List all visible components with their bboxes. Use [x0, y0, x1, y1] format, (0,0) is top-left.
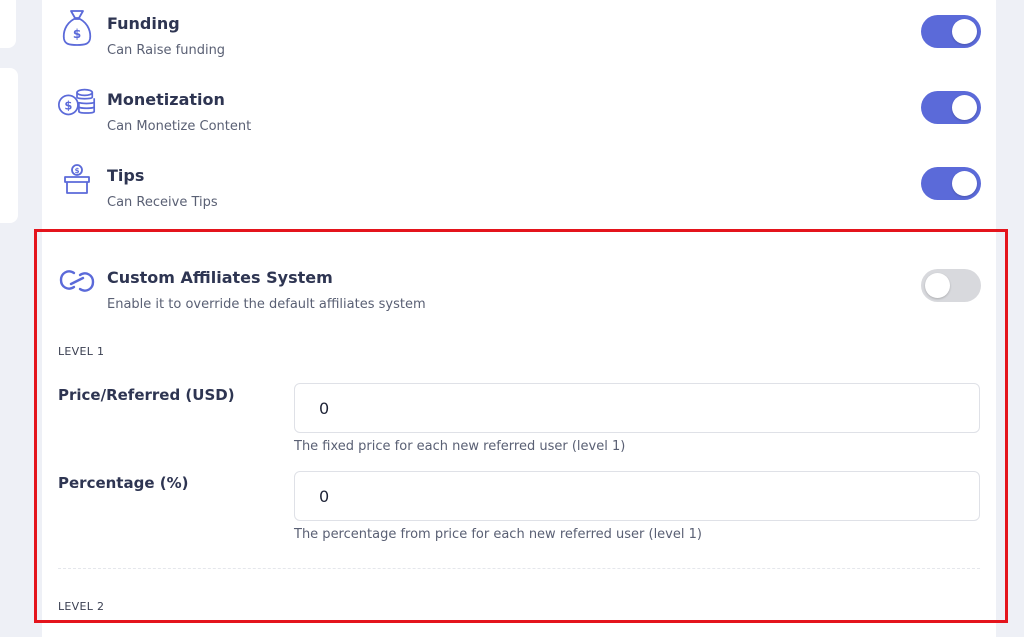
permission-title: Funding [107, 14, 180, 33]
permission-row-tips: $ Tips Can Receive Tips [42, 158, 996, 218]
funding-toggle[interactable] [921, 15, 981, 48]
permission-description: Can Monetize Content [107, 119, 252, 134]
permission-description: Can Receive Tips [107, 195, 218, 210]
coins-icon: $ [56, 82, 98, 124]
monetization-toggle[interactable] [921, 91, 981, 124]
sidebar-panel [0, 68, 18, 223]
permission-row-funding: $ Funding Can Raise funding [42, 6, 996, 66]
permission-title: Monetization [107, 90, 225, 109]
highlight-box [34, 229, 1008, 623]
tips-toggle[interactable] [921, 167, 981, 200]
tip-jar-icon: $ [56, 158, 98, 200]
permission-title: Tips [107, 166, 145, 185]
permission-description: Can Raise funding [107, 43, 226, 58]
svg-text:$: $ [64, 99, 72, 113]
permission-row-monetization: $ Monetization Can Monetize Content [42, 82, 996, 142]
sidebar-panel-top [0, 0, 16, 48]
svg-text:$: $ [73, 27, 81, 41]
money-bag-icon: $ [56, 6, 98, 48]
svg-text:$: $ [75, 167, 80, 175]
